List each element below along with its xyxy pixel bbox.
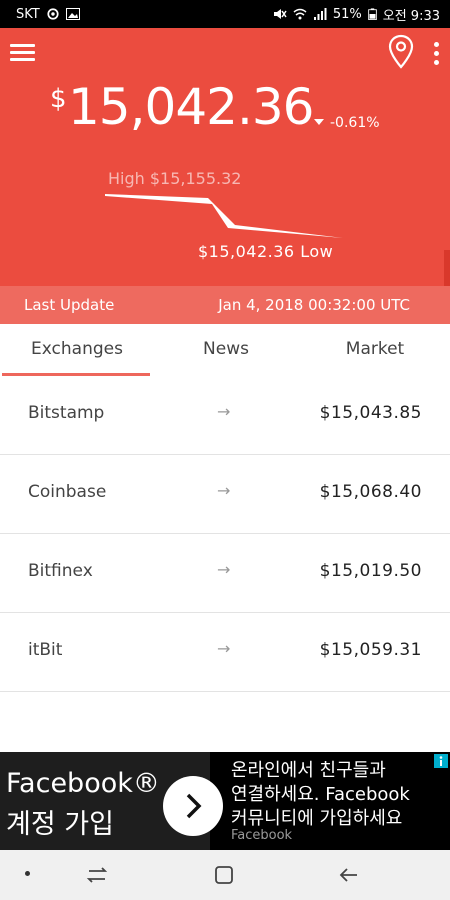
battery-icon xyxy=(367,8,377,20)
vertical-dots-icon-dot-1 xyxy=(434,42,439,47)
wifi-icon xyxy=(293,8,307,20)
tab-market[interactable]: Market xyxy=(300,324,450,374)
vertical-dots-icon-dot-2 xyxy=(434,51,439,56)
ad-banner[interactable]: Facebook® 계정 가입 온라인에서 친구들과 연결하세요. Facebo… xyxy=(0,752,450,850)
price-value: 15,042.36 xyxy=(68,78,314,136)
low-price-label: $15,042.36 Low xyxy=(198,242,334,261)
nav-dot-icon[interactable] xyxy=(25,871,30,876)
last-update-bar: Last Update Jan 4, 2018 00:32:00 UTC xyxy=(0,286,450,324)
list-item-itbit[interactable]: itBit → $15,059.31 xyxy=(0,613,450,692)
status-right: 51% 오전 9:33 xyxy=(273,5,440,24)
image-status-icon xyxy=(65,8,80,20)
clock: 오전 9:33 xyxy=(382,8,440,24)
price-header: $ 15,042.36 -0.61% High $15,155.32 $15,0… xyxy=(0,28,450,324)
mute-icon xyxy=(273,9,287,19)
back-icon[interactable] xyxy=(336,862,362,888)
list-item-coinbase[interactable]: Coinbase → $15,068.40 xyxy=(0,455,450,534)
more-options-button[interactable] xyxy=(428,40,446,66)
exchange-name: Bitfinex xyxy=(28,561,93,581)
hamburger-icon-line-1 xyxy=(10,44,35,47)
exchange-name: Bitstamp xyxy=(28,403,105,423)
vertical-dots-icon-dot-3 xyxy=(434,60,439,65)
price-change: -0.61% xyxy=(330,115,380,131)
hamburger-icon-line-2 xyxy=(10,51,35,54)
price-range-shape xyxy=(105,194,343,238)
toolbar xyxy=(0,28,450,78)
settings-status-icon xyxy=(47,8,59,20)
exchange-price: $15,059.31 xyxy=(319,640,422,660)
status-bar: SKT 51% 오전 9:33 xyxy=(0,0,450,28)
exchange-list: Bitstamp → $15,043.85 Coinbase → $15,068… xyxy=(0,376,450,692)
hamburger-icon-line-3 xyxy=(10,58,35,61)
currency-symbol: $ xyxy=(50,84,67,114)
high-price-label: High $15,155.32 xyxy=(108,169,242,188)
exchange-price: $15,019.50 xyxy=(319,561,422,581)
tab-exchanges[interactable]: Exchanges xyxy=(2,324,152,374)
ad-text-line-3: 커뮤니티에 가입하세요 xyxy=(231,808,403,829)
home-icon[interactable] xyxy=(211,862,237,888)
ad-title: Facebook® xyxy=(6,768,160,799)
exchange-price: $15,043.85 xyxy=(319,403,422,423)
carrier-label: SKT xyxy=(16,6,40,22)
last-update-label: Last Update xyxy=(24,296,115,314)
arrow-right-icon: → xyxy=(217,402,231,421)
arrow-right-icon: → xyxy=(217,481,231,500)
arrow-right-icon: → xyxy=(217,639,231,658)
down-arrow-icon xyxy=(314,119,324,125)
ad-text-line-2: 연결하세요. Facebook xyxy=(231,784,410,805)
ad-brand: Facebook xyxy=(231,828,293,843)
status-left: SKT xyxy=(16,7,80,22)
battery-percent: 51% xyxy=(332,6,362,22)
exchange-name: itBit xyxy=(28,640,63,660)
arrow-right-icon: → xyxy=(217,560,231,579)
signal-icon xyxy=(313,8,327,20)
system-nav-bar xyxy=(0,850,450,900)
exchange-name: Coinbase xyxy=(28,482,107,502)
list-item-bitstamp[interactable]: Bitstamp → $15,043.85 xyxy=(0,376,450,455)
ad-open-button[interactable] xyxy=(163,776,223,836)
chevron-right-icon xyxy=(186,793,202,819)
recent-apps-icon[interactable] xyxy=(84,862,110,888)
exchange-price: $15,068.40 xyxy=(319,482,422,502)
menu-button[interactable] xyxy=(10,38,38,66)
last-update-value: Jan 4, 2018 00:32:00 UTC xyxy=(218,296,410,314)
ad-subtitle: 계정 가입 xyxy=(6,809,114,840)
ad-text-line-1: 온라인에서 친구들과 xyxy=(231,760,386,781)
tab-news[interactable]: News xyxy=(151,324,301,374)
ad-choices-icon[interactable] xyxy=(434,754,448,768)
map-pin-icon[interactable] xyxy=(388,34,414,70)
list-item-bitfinex[interactable]: Bitfinex → $15,019.50 xyxy=(0,534,450,613)
tab-bar: Exchanges News Market xyxy=(0,324,450,376)
